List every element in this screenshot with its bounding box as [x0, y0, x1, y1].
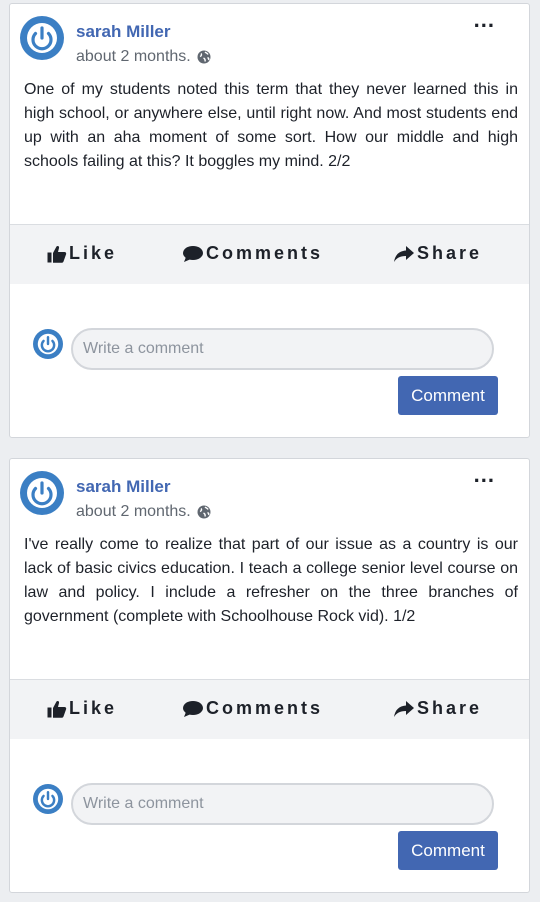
comment-composer: Comment	[10, 283, 529, 437]
share-arrow-icon	[394, 700, 414, 717]
author-name[interactable]: sarah Miller	[76, 477, 171, 497]
share-arrow-icon	[394, 245, 414, 262]
like-label: Like	[69, 243, 118, 263]
post-timestamp: about 2 months.	[76, 503, 191, 520]
more-options-icon[interactable]: ...	[474, 464, 495, 486]
post-card: sarah Miller about 2 months. ... I've re…	[9, 458, 530, 893]
post-meta: about 2 months.	[76, 48, 211, 66]
comment-submit-button[interactable]: Comment	[398, 376, 498, 415]
post-action-bar: Like Comments Share	[10, 224, 529, 284]
globe-icon	[197, 505, 211, 519]
comments-button[interactable]: Comments	[182, 243, 323, 264]
like-button[interactable]: Like	[47, 698, 117, 719]
post-text: I've really come to realize that part of…	[24, 536, 518, 625]
post-header: sarah Miller about 2 months. ...	[10, 4, 529, 66]
comments-label: Comments	[206, 243, 324, 263]
post-timestamp: about 2 months.	[76, 48, 191, 65]
post-meta: about 2 months.	[76, 503, 211, 521]
post-action-bar: Like Comments Share	[10, 679, 529, 739]
author-avatar[interactable]	[20, 16, 64, 60]
share-label: Share	[417, 698, 483, 718]
like-button[interactable]: Like	[47, 243, 117, 264]
comments-label: Comments	[206, 698, 324, 718]
comment-input[interactable]	[71, 328, 494, 370]
post-text: One of my students noted this term that …	[24, 81, 518, 170]
comment-composer: Comment	[10, 738, 529, 892]
comment-bubble-icon	[183, 245, 203, 262]
post-card: sarah Miller about 2 months. ... One of …	[9, 3, 530, 438]
thumbs-up-icon	[47, 700, 67, 718]
author-name[interactable]: sarah Miller	[76, 22, 171, 42]
commenter-avatar	[33, 329, 63, 359]
power-avatar-icon	[22, 18, 62, 58]
comment-submit-button[interactable]: Comment	[398, 831, 498, 870]
like-label: Like	[69, 698, 118, 718]
comments-button[interactable]: Comments	[182, 698, 323, 719]
author-avatar[interactable]	[20, 471, 64, 515]
power-avatar-icon	[22, 473, 62, 513]
post-feed: sarah Miller about 2 months. ... One of …	[0, 0, 540, 902]
thumbs-up-icon	[47, 245, 67, 263]
share-button[interactable]: Share	[393, 243, 482, 264]
share-label: Share	[417, 243, 483, 263]
comment-bubble-icon	[183, 700, 203, 717]
post-header: sarah Miller about 2 months. ...	[10, 459, 529, 521]
power-avatar-icon	[34, 785, 62, 813]
globe-icon	[197, 50, 211, 64]
power-avatar-icon	[34, 330, 62, 358]
commenter-avatar	[33, 784, 63, 814]
comment-input[interactable]	[71, 783, 494, 825]
share-button[interactable]: Share	[393, 698, 482, 719]
more-options-icon[interactable]: ...	[474, 9, 495, 31]
